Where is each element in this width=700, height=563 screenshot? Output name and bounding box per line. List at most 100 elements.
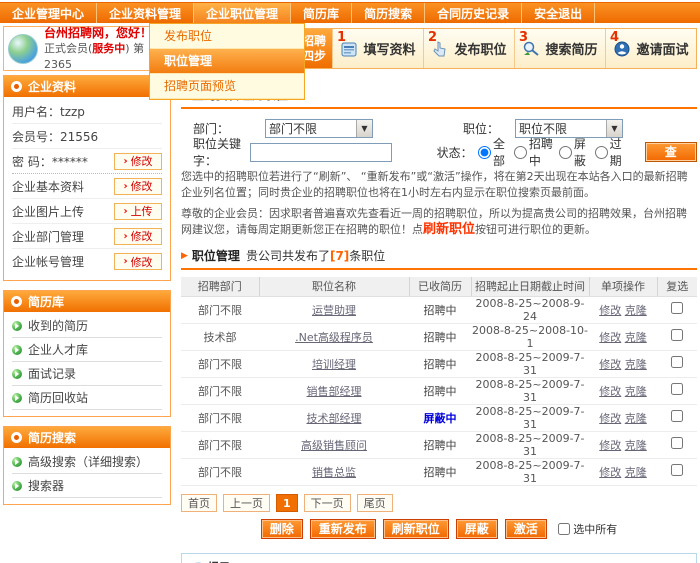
- username-row: 用户名：tzzp: [12, 99, 162, 124]
- radio-recruiting[interactable]: 招聘中: [514, 135, 553, 169]
- edit-link[interactable]: 修改: [599, 358, 621, 371]
- edit-link[interactable]: 修改: [599, 385, 621, 398]
- bullseye-icon: [11, 432, 22, 443]
- edit-link[interactable]: 修改: [599, 412, 621, 425]
- panel-resume-search: 简历搜索 高级搜索（详细搜索） 搜索器: [3, 426, 171, 505]
- status-badge: 招聘中: [424, 439, 457, 452]
- step-label: 填写资料: [363, 39, 415, 58]
- company-basic-info-row: 企业基本资料 ›修改: [12, 174, 162, 199]
- sidebar-item-received-resumes[interactable]: 收到的简历: [12, 314, 162, 338]
- job-management-dropdown: 发布职位 职位管理 招聘页面预览: [149, 23, 305, 100]
- clone-link[interactable]: 克隆: [625, 358, 647, 371]
- activate-button[interactable]: 激活: [505, 519, 547, 539]
- triangle-icon: ▶: [181, 251, 188, 261]
- job-link[interactable]: 运营助理: [312, 304, 356, 317]
- republish-button[interactable]: 重新发布: [310, 519, 376, 539]
- dept-select[interactable]: 部门不限 ▼: [265, 119, 373, 138]
- batch-actions: 删除 重新发布 刷新职位 屏蔽 激活 选中所有: [181, 519, 697, 539]
- step-number: 2: [428, 30, 437, 45]
- sidebar-item-search-tool[interactable]: 搜索器: [12, 474, 162, 498]
- page-next[interactable]: 下一页: [304, 494, 351, 512]
- sidebar-item-advanced-search[interactable]: 高级搜索（详细搜索）: [12, 450, 162, 474]
- modify-basic-info-button[interactable]: ›修改: [114, 178, 162, 195]
- step-label: 邀请面试: [636, 39, 688, 58]
- top-nav: 企业管理中心 企业资料管理 企业职位管理 简历库 简历搜索 合同历史记录 安全退…: [0, 2, 700, 23]
- sidebar-item-talent-pool[interactable]: 企业人才库: [12, 338, 162, 362]
- edit-link[interactable]: 修改: [599, 331, 621, 344]
- nav-resume-library[interactable]: 简历库: [291, 3, 352, 23]
- job-link[interactable]: 销售总监: [312, 466, 356, 479]
- page-first[interactable]: 首页: [181, 494, 217, 512]
- menu-publish-job[interactable]: 发布职位: [150, 24, 304, 49]
- nav-enterprise-profile[interactable]: 企业资料管理: [97, 3, 194, 23]
- radio-hidden[interactable]: 屏蔽: [559, 135, 589, 169]
- step-publish-job[interactable]: 2 发布职位: [423, 29, 514, 68]
- job-link[interactable]: 销售部经理: [307, 385, 362, 398]
- upload-image-button[interactable]: ›上传: [114, 203, 162, 220]
- panel-resume-library: 简历库 收到的简历 企业人才库 面试记录 简历回收站: [3, 290, 171, 417]
- row-checkbox[interactable]: [671, 329, 683, 341]
- row-checkbox[interactable]: [671, 437, 683, 449]
- chevron-down-icon: ▼: [356, 120, 372, 137]
- clone-link[interactable]: 克隆: [625, 385, 647, 398]
- clone-link[interactable]: 克隆: [625, 304, 647, 317]
- step-fill-info[interactable]: 1 填写资料: [332, 29, 423, 68]
- status-badge: 招聘中: [424, 466, 457, 479]
- cell-dates: 2008-8-25~2009-7-31: [471, 377, 589, 404]
- step-invite-interview[interactable]: 4 邀请面试: [605, 29, 696, 68]
- sidebar-item-interview-records[interactable]: 面试记录: [12, 362, 162, 386]
- clone-link[interactable]: 克隆: [625, 331, 647, 344]
- nav-job-management[interactable]: 企业职位管理: [194, 3, 291, 23]
- green-arrow-icon: [12, 481, 22, 491]
- page-current[interactable]: 1: [276, 494, 298, 512]
- cell-dept: 技术部: [181, 323, 259, 350]
- bullseye-icon: [11, 81, 22, 92]
- clone-link[interactable]: 克隆: [625, 412, 647, 425]
- row-checkbox[interactable]: [671, 302, 683, 314]
- delete-button[interactable]: 删除: [261, 519, 303, 539]
- menu-job-management[interactable]: 职位管理: [150, 49, 304, 74]
- pagination: 首页 上一页 1 下一页 尾页: [181, 494, 697, 512]
- row-checkbox[interactable]: [671, 410, 683, 422]
- row-checkbox[interactable]: [671, 464, 683, 476]
- panel-title: 企业资料: [28, 78, 76, 95]
- keyword-input[interactable]: [250, 143, 392, 162]
- select-all-checkbox[interactable]: 选中所有: [558, 521, 618, 537]
- job-link[interactable]: 高级销售顾问: [301, 439, 367, 452]
- clone-link[interactable]: 克隆: [625, 439, 647, 452]
- radio-expired[interactable]: 过期: [595, 135, 625, 169]
- modify-department-button[interactable]: ›修改: [114, 228, 162, 245]
- job-link[interactable]: 培训经理: [312, 358, 356, 371]
- status-badge: 屏蔽中: [424, 412, 457, 425]
- modify-password-button[interactable]: ›修改: [114, 153, 162, 170]
- panel-title: 简历搜索: [28, 429, 76, 446]
- page-last[interactable]: 尾页: [357, 494, 393, 512]
- edit-link[interactable]: 修改: [599, 466, 621, 479]
- cell-dept: 部门不限: [181, 296, 259, 323]
- refresh-job-link[interactable]: 刷新职位: [423, 222, 475, 237]
- tips-title: 提示：: [192, 560, 686, 563]
- nav-contract-history[interactable]: 合同历史记录: [425, 3, 522, 23]
- clone-link[interactable]: 克隆: [625, 466, 647, 479]
- row-checkbox[interactable]: [671, 383, 683, 395]
- green-arrow-icon: [12, 345, 22, 355]
- step-search-resume[interactable]: 3 搜索简历: [514, 29, 605, 68]
- nav-enterprise-center[interactable]: 企业管理中心: [0, 3, 97, 23]
- search-button[interactable]: 查 询: [645, 142, 697, 162]
- hide-button[interactable]: 屏蔽: [456, 519, 498, 539]
- notice-paragraph-2: 尊敬的企业会员：因求职者普遍喜欢先查看近一周的招聘职位，所以为提高贵公司的招聘效…: [181, 206, 697, 238]
- nav-logout[interactable]: 安全退出: [522, 3, 595, 23]
- cell-dates: 2008-8-25~2008-10-1: [471, 323, 589, 350]
- sidebar-item-resume-recycle[interactable]: 简历回收站: [12, 386, 162, 410]
- refresh-job-button[interactable]: 刷新职位: [383, 519, 449, 539]
- radio-all[interactable]: 全部: [478, 135, 508, 169]
- nav-resume-search[interactable]: 简历搜索: [352, 3, 425, 23]
- menu-recruit-page-preview[interactable]: 招聘页面预览: [150, 74, 304, 99]
- edit-link[interactable]: 修改: [599, 304, 621, 317]
- job-link[interactable]: 技术部经理: [307, 412, 362, 425]
- row-checkbox[interactable]: [671, 356, 683, 368]
- job-link[interactable]: .Net高级程序员: [295, 331, 373, 344]
- edit-link[interactable]: 修改: [599, 439, 621, 452]
- modify-account-button[interactable]: ›修改: [114, 253, 162, 270]
- page-prev[interactable]: 上一页: [223, 494, 270, 512]
